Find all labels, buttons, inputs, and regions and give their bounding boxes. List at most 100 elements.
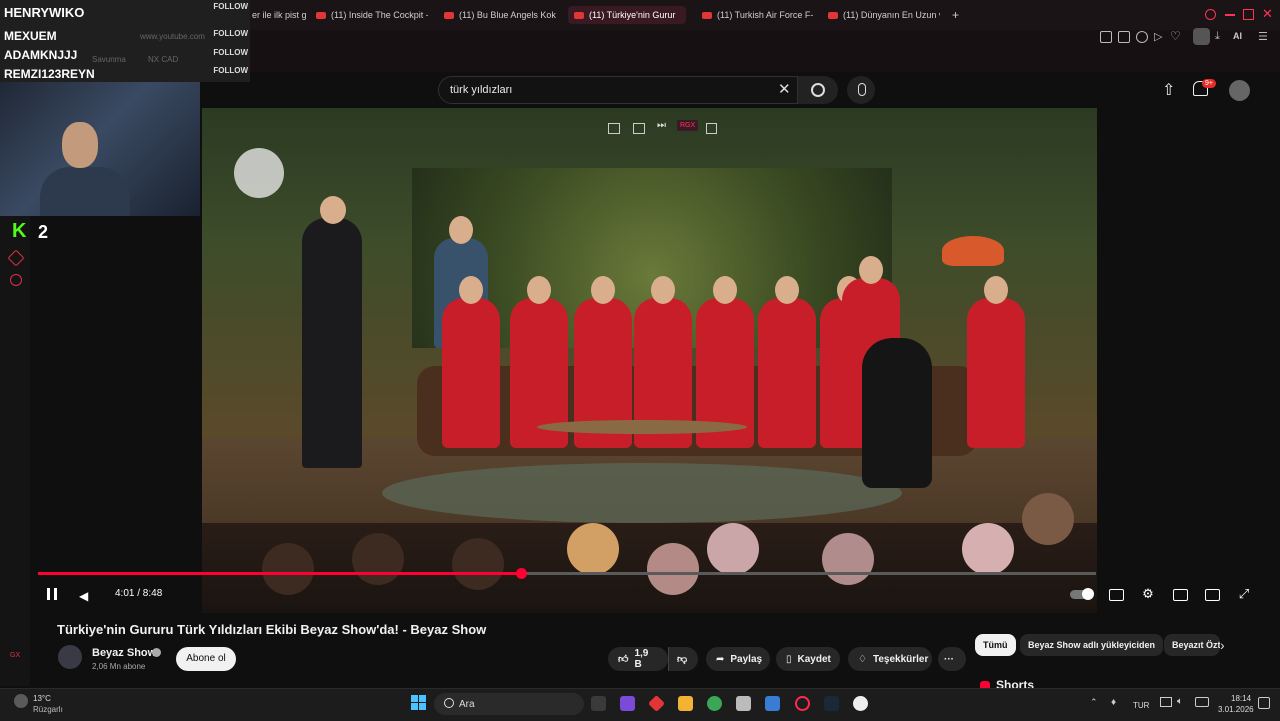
voice-search-button[interactable] <box>847 76 875 104</box>
weather-icon[interactable] <box>14 694 28 708</box>
task-view-icon[interactable] <box>591 696 606 711</box>
notification-center-icon[interactable] <box>1258 697 1270 709</box>
profile-avatar[interactable] <box>1193 28 1210 45</box>
chevron-right-icon[interactable]: › <box>1220 637 1225 653</box>
save-button[interactable]: ▯ Kaydet <box>776 647 840 671</box>
store-icon[interactable] <box>736 696 751 711</box>
subscriber-count: 2,06 Mn abone <box>92 662 146 671</box>
copilot-icon[interactable] <box>620 696 635 711</box>
like-button[interactable]: 👍︎ 1,9 B <box>608 647 668 671</box>
app-icon[interactable] <box>853 696 868 711</box>
mail-icon[interactable] <box>765 696 780 711</box>
fullscreen-button[interactable]: ⤢ <box>1236 586 1252 602</box>
dislike-button[interactable]: 👎︎ <box>668 647 698 671</box>
upload-icon[interactable]: ⇧ <box>1162 80 1175 100</box>
screenshot-icon[interactable] <box>1118 31 1130 43</box>
mic-tray-icon[interactable]: ♦ <box>1111 697 1116 708</box>
search-button[interactable] <box>798 76 838 104</box>
pause-button[interactable] <box>44 586 60 602</box>
gear-icon: ⚙ <box>1142 586 1154 601</box>
channel-watermark <box>234 148 284 198</box>
streamer-body <box>40 167 130 216</box>
video-audience <box>202 493 1097 613</box>
share-label: Paylaş <box>730 653 763 665</box>
kick-count: 2 <box>38 222 49 242</box>
thanks-button[interactable]: ♢ Teşekkürler <box>848 647 932 671</box>
next-icon[interactable]: ⏭ <box>657 120 666 131</box>
volume-button[interactable]: ◀ <box>78 586 94 603</box>
video-table <box>537 420 747 434</box>
settings-gear-icon[interactable] <box>10 274 22 286</box>
ai-button[interactable]: AI <box>1233 31 1242 41</box>
battery-icon[interactable] <box>1195 697 1209 707</box>
plus-icon: + <box>952 8 960 22</box>
new-tab-button[interactable]: + <box>952 6 964 24</box>
browser-tab[interactable]: (11) Inside The Cockpit - F <box>316 6 428 24</box>
shield-icon[interactable] <box>1136 31 1148 43</box>
network-icon[interactable] <box>1160 697 1172 707</box>
progress-scrubber[interactable] <box>515 568 527 579</box>
cast-button[interactable] <box>1204 586 1220 602</box>
theater-mode-button[interactable] <box>1172 586 1188 602</box>
chip-uploader[interactable]: Beyaz Show adlı yükleyiciden <box>1020 634 1164 656</box>
file-explorer-icon[interactable] <box>678 696 693 711</box>
opera-gx-icon[interactable] <box>795 696 810 711</box>
play-icon[interactable]: ▷ <box>1154 30 1162 43</box>
popout-icon[interactable] <box>633 123 645 134</box>
follower-name: MEXUEM <box>4 29 57 43</box>
maximize-icon[interactable] <box>1243 9 1254 20</box>
minimize-icon[interactable] <box>1225 14 1235 16</box>
video-title: Türkiye'nin Gururu Türk Yıldızları Ekibi… <box>57 622 487 637</box>
steam-icon[interactable] <box>824 696 839 711</box>
clear-search-icon[interactable]: ✕ <box>778 80 791 98</box>
clock-time[interactable]: 18:14 <box>1231 694 1251 703</box>
browser-tab[interactable]: (11) Turkish Air Force F-16 <box>702 6 814 24</box>
settings-button[interactable]: ⚙ <box>1140 586 1156 602</box>
more-actions-button[interactable]: ··· <box>938 647 966 671</box>
download-icon[interactable]: ⤓ <box>1215 30 1220 43</box>
menu-icon[interactable]: ☰ <box>1258 30 1268 43</box>
follow-label: FOLLOW <box>213 48 248 57</box>
tab-label: (11) Bu Blue Angels Kokpit <box>459 10 556 20</box>
subtitles-button[interactable] <box>1108 586 1124 602</box>
gx-label: GX <box>10 652 21 659</box>
close-window-icon[interactable]: ✕ <box>1262 6 1273 22</box>
follower-name: HENRYWIKO <box>4 5 85 20</box>
tab-label: (11) Inside The Cockpit - F <box>331 10 428 20</box>
faded-url: www.youtube.com <box>140 32 205 41</box>
rgx-badge[interactable]: RGX <box>677 120 699 131</box>
language-indicator[interactable]: TUR <box>1133 701 1149 710</box>
faded-tab-label: Savunma <box>92 55 126 64</box>
theater-icon <box>1173 589 1188 601</box>
search-tabs-icon[interactable] <box>1205 9 1216 20</box>
video-player[interactable] <box>202 108 1097 613</box>
video-popout-icon[interactable] <box>706 123 717 134</box>
channel-name[interactable]: Beyaz Show <box>92 647 156 659</box>
clock-date[interactable]: 3.01.2026 <box>1218 705 1254 714</box>
chip-all[interactable]: Tümü <box>975 634 1016 656</box>
share-button[interactable]: ➦ Paylaş <box>706 647 770 671</box>
mic-icon <box>858 83 866 96</box>
browser-tab[interactable]: (11) Bu Blue Angels Kokpit <box>444 6 556 24</box>
browser-tab[interactable]: (11) Dünyanın En Uzun ve <box>828 6 940 24</box>
account-avatar[interactable] <box>1229 80 1250 101</box>
subscribe-button[interactable]: Abone ol <box>176 647 236 671</box>
video-rug <box>382 463 902 523</box>
stream-follower-overlay: HENRYWIKO FOLLOW MEXUEM FOLLOW www.youtu… <box>0 0 250 82</box>
chip-topic[interactable]: Beyazıt Öztürk <box>1164 634 1220 656</box>
notification-badge: 9+ <box>1202 79 1216 88</box>
browser-tab-active[interactable]: (11) Türkiye'nin Gurur <box>568 6 686 24</box>
browser-tab[interactable]: er ile ilk pist g <box>252 6 312 24</box>
bookmark-icon[interactable] <box>1100 31 1112 43</box>
miniplayer-icon[interactable] <box>608 123 620 134</box>
taskbar-search[interactable] <box>434 693 584 715</box>
verified-icon <box>152 648 161 657</box>
pause-icon-bar <box>54 588 57 600</box>
autoplay-toggle[interactable] <box>1070 586 1094 602</box>
channel-avatar[interactable] <box>58 645 82 669</box>
chrome-icon[interactable] <box>707 696 722 711</box>
heart-icon[interactable]: ♡ <box>1170 29 1181 43</box>
volume-tray-icon[interactable]: 🔈︎ <box>1177 696 1183 707</box>
chevron-up-icon[interactable]: ⌃ <box>1090 697 1098 708</box>
start-button[interactable] <box>411 695 427 711</box>
